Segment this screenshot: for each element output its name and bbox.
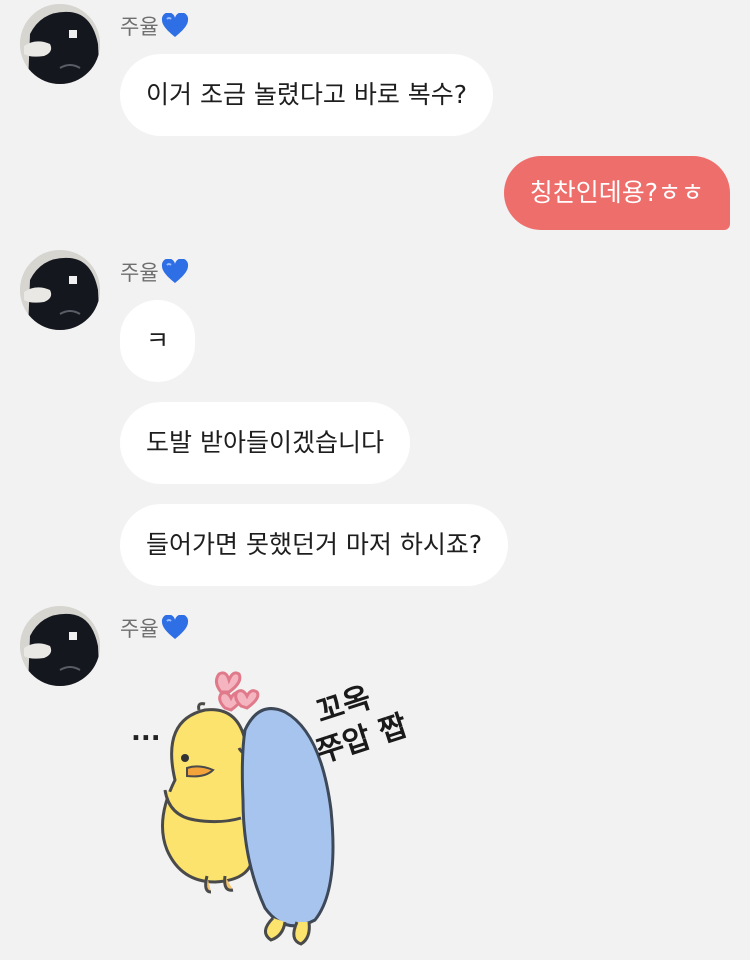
blue-heart-icon — [161, 259, 188, 283]
pink-hearts-icon — [214, 671, 260, 712]
sender-name-text: 주율 — [120, 617, 159, 641]
message-bubble-received[interactable]: 이거 조금 놀렸다고 바로 복수? — [120, 54, 494, 136]
sender-name: 주율 — [120, 11, 189, 41]
sender-avatar[interactable] — [20, 606, 100, 686]
message-bubble-received[interactable]: ㅋ — [120, 300, 196, 382]
sender-name: 주율 — [120, 613, 189, 643]
message-bubble-sent[interactable]: 칭찬인데용?ㅎㅎ — [503, 156, 730, 230]
sender-avatar[interactable] — [20, 250, 100, 330]
blue-heart-icon — [161, 13, 188, 37]
sender-name-text: 주율 — [120, 15, 159, 39]
sender-name-text: 주율 — [120, 261, 159, 285]
message-bubble-received[interactable]: 도발 받아들이겠습니다 — [120, 402, 410, 484]
sticker-dots: ... — [131, 717, 161, 747]
chick-hug-sticker[interactable]: ... 꼬옥 쭈압 짭 — [125, 660, 425, 960]
blue-heart-icon — [161, 615, 188, 639]
message-bubble-received[interactable]: 들어가면 못했던거 마저 하시죠? — [120, 504, 509, 586]
sender-name: 주율 — [120, 257, 189, 287]
sender-avatar[interactable] — [20, 4, 100, 84]
